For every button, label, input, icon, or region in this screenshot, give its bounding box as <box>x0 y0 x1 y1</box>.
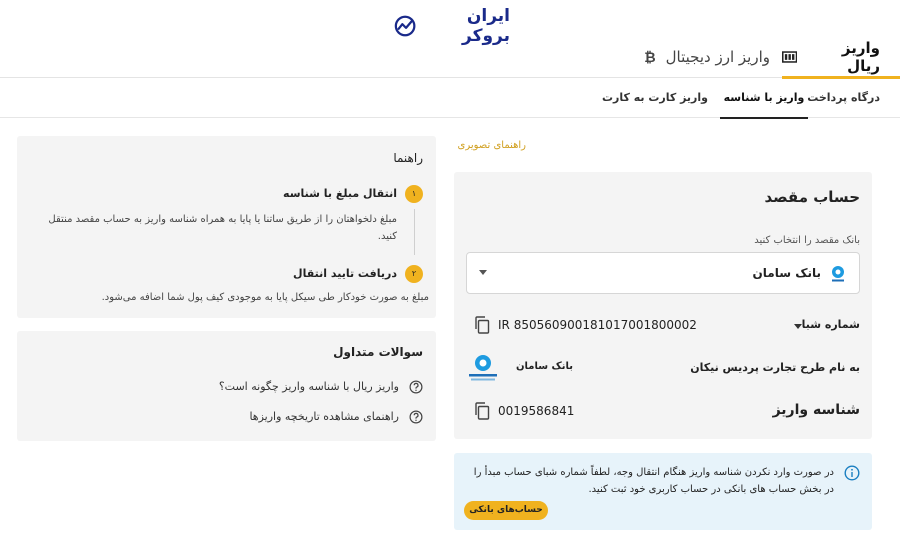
faq-card: سوالات متداول واریز ریال با شناسه واریز … <box>17 331 436 441</box>
info-notice: در صورت وارد نکردن شناسه واریز هنگام انت… <box>454 453 872 530</box>
bitcoin-icon: ₿ <box>644 50 655 65</box>
question-circle-icon <box>409 410 423 424</box>
account-owner-label: به نام طرح تجارت پردیس نیکان <box>690 361 860 374</box>
sheba-row: شماره شبا IR 850560900181017001800002 <box>466 316 860 336</box>
guide-card: راهنما ۱ انتقال مبلغ با شناسه مبلغ دلخوا… <box>17 136 436 318</box>
sub-tabs: درگاه پرداخت واریز با شناسه واریز کارت ب… <box>0 78 900 119</box>
saman-bank-logo-icon <box>832 266 844 282</box>
saman-bank-logo-icon <box>469 355 497 381</box>
step-description: مبلغ دلخواهتان را از طریق ساتنا یا پایا … <box>48 214 397 242</box>
chevron-down-icon <box>479 270 487 275</box>
question-circle-icon <box>409 380 423 394</box>
deposit-id-label: شناسه واریز <box>772 402 860 418</box>
banknote-icon <box>782 51 798 63</box>
visual-guide-link[interactable]: راهنمای تصویری <box>458 140 526 151</box>
guide-title: راهنما <box>393 151 423 165</box>
step-description: مبلغ به صورت خودکار طی سیکل پایا به موجو… <box>101 292 429 303</box>
tab-deposit-by-id[interactable]: واریز با شناسه <box>720 78 808 119</box>
sheba-label[interactable]: شماره شبا <box>802 318 860 331</box>
tab-payment-gateway[interactable]: درگاه پرداخت <box>807 78 880 118</box>
notice-text: در صورت وارد نکردن شناسه واریز هنگام انت… <box>473 467 834 495</box>
info-icon <box>844 465 860 481</box>
tab-rial-deposit[interactable]: واریز ریال <box>782 36 900 79</box>
bank-accounts-button[interactable]: حساب‌های بانکی <box>464 501 548 520</box>
destination-title: حساب مقصد <box>764 188 860 206</box>
bank-select[interactable]: بانک سامان <box>466 252 860 294</box>
faq-item[interactable]: واریز ریال با شناسه واریز چگونه است؟ <box>30 379 423 397</box>
selected-bank-name: بانک سامان <box>752 266 821 280</box>
copy-icon[interactable] <box>474 402 490 420</box>
guide-step: ۲ دریافت تایید انتقال مبلغ به صورت خودکا… <box>30 265 429 305</box>
faq-title: سوالات متداول <box>333 345 423 359</box>
owner-bank-name: بانک سامان <box>516 361 574 372</box>
faq-text: واریز ریال با شناسه واریز چگونه است؟ <box>218 380 399 393</box>
guide-step: ۱ انتقال مبلغ با شناسه مبلغ دلخواهتان را… <box>30 185 423 265</box>
step-connector <box>414 209 415 255</box>
account-owner-row: به نام طرح تجارت پردیس نیکان بانک سامان <box>466 352 860 384</box>
tab-crypto-deposit[interactable]: واریز ارز دیجیتال ₿ <box>644 36 770 78</box>
step-title: انتقال مبلغ با شناسه <box>283 187 397 200</box>
bank-select-label: بانک مقصد را انتخاب کنید <box>754 235 860 246</box>
sheba-value: IR 850560900181017001800002 <box>498 318 697 332</box>
chevron-down-icon[interactable] <box>794 324 802 329</box>
faq-item[interactable]: راهنمای مشاهده تاریخچه واریزها <box>30 409 423 427</box>
deposit-id-row: شناسه واریز 0019586841 <box>466 400 860 424</box>
deposit-id-value: 0019586841 <box>498 404 575 418</box>
tab-label: واریز ارز دیجیتال <box>665 48 770 66</box>
step-number-badge: ۲ <box>405 265 423 283</box>
tab-label: واریز ریال <box>841 39 880 75</box>
main-tabs: واریز ریال واریز ارز دیجیتال ₿ <box>0 28 900 79</box>
step-title: دریافت تایید انتقال <box>293 267 397 280</box>
svg-text:₿: ₿ <box>644 50 655 65</box>
copy-icon[interactable] <box>474 316 490 334</box>
step-number-badge: ۱ <box>405 185 423 203</box>
destination-account-card: حساب مقصد بانک مقصد را انتخاب کنید بانک … <box>454 172 872 439</box>
faq-text: راهنمای مشاهده تاریخچه واریزها <box>249 410 399 423</box>
tab-card-to-card[interactable]: واریز کارت به کارت <box>602 78 708 118</box>
